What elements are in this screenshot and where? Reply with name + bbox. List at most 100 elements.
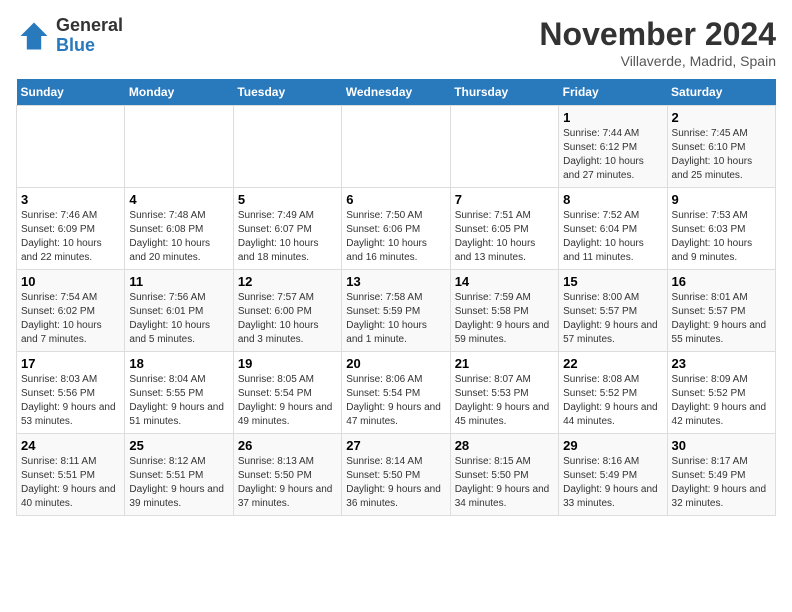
weekday-header: Friday: [559, 79, 667, 106]
day-info: Sunrise: 7:52 AM Sunset: 6:04 PM Dayligh…: [563, 209, 662, 265]
day-number: 18: [129, 356, 228, 371]
day-info: Sunrise: 8:01 AM Sunset: 5:57 PM Dayligh…: [672, 291, 771, 347]
calendar-cell: 12Sunrise: 7:57 AM Sunset: 6:00 PM Dayli…: [233, 270, 341, 352]
day-info: Sunrise: 7:54 AM Sunset: 6:02 PM Dayligh…: [21, 291, 120, 347]
day-info: Sunrise: 8:12 AM Sunset: 5:51 PM Dayligh…: [129, 455, 228, 511]
day-info: Sunrise: 7:53 AM Sunset: 6:03 PM Dayligh…: [672, 209, 771, 265]
calendar-cell: 14 Sunrise: 7:59 AM Sunset: 5:58 PM Dayli…: [450, 270, 558, 352]
day-info: Sunrise: 7:59 AM Sunset: 5:58 PM Dayligh…: [455, 291, 554, 347]
day-info: Sunrise: 8:07 AM Sunset: 5:53 PM Dayligh…: [455, 373, 554, 429]
logo: General Blue: [16, 16, 123, 56]
day-number: 16: [672, 274, 771, 289]
calendar-cell: 28 Sunrise: 8:15 AM Sunset: 5:50 PM Dayli…: [450, 434, 558, 516]
calendar-cell: 21 Sunrise: 8:07 AM Sunset: 5:53 PM Dayli…: [450, 352, 558, 434]
day-number: 28: [455, 438, 554, 453]
day-info: Sunrise: 8:04 AM Sunset: 5:55 PM Dayligh…: [129, 373, 228, 429]
calendar-cell: 7 Sunrise: 7:51 AM Sunset: 6:05 PM Daylig…: [450, 188, 558, 270]
day-info: Sunrise: 7:56 AM Sunset: 6:01 PM Dayligh…: [129, 291, 228, 347]
calendar-week-row: 3Sunrise: 7:46 AM Sunset: 6:09 PM Daylig…: [17, 188, 776, 270]
day-number: 17: [21, 356, 120, 371]
weekday-row: SundayMondayTuesdayWednesdayThursdayFrid…: [17, 79, 776, 106]
weekday-header: Thursday: [450, 79, 558, 106]
day-info: Sunrise: 8:05 AM Sunset: 5:54 PM Dayligh…: [238, 373, 337, 429]
day-number: 1: [563, 110, 662, 125]
calendar-cell: 27 Sunrise: 8:14 AM Sunset: 5:50 PM Dayli…: [342, 434, 450, 516]
calendar-week-row: 17 Sunrise: 8:03 AM Sunset: 5:56 PM Dayli…: [17, 352, 776, 434]
calendar-cell: 3Sunrise: 7:46 AM Sunset: 6:09 PM Daylig…: [17, 188, 125, 270]
day-number: 15: [563, 274, 662, 289]
calendar-cell: 9 Sunrise: 7:53 AM Sunset: 6:03 PM Daylig…: [667, 188, 775, 270]
day-number: 14: [455, 274, 554, 289]
calendar-cell: 15 Sunrise: 8:00 AM Sunset: 5:57 PM Dayli…: [559, 270, 667, 352]
day-number: 6: [346, 192, 445, 207]
day-number: 11: [129, 274, 228, 289]
day-number: 20: [346, 356, 445, 371]
day-info: Sunrise: 8:16 AM Sunset: 5:49 PM Dayligh…: [563, 455, 662, 511]
day-info: Sunrise: 8:13 AM Sunset: 5:50 PM Dayligh…: [238, 455, 337, 511]
header: General Blue November 2024 Villaverde, M…: [16, 16, 776, 69]
calendar-cell: 4 Sunrise: 7:48 AM Sunset: 6:08 PM Daylig…: [125, 188, 233, 270]
day-number: 13: [346, 274, 445, 289]
day-number: 2: [672, 110, 771, 125]
calendar-cell: 26Sunrise: 8:13 AM Sunset: 5:50 PM Dayli…: [233, 434, 341, 516]
calendar-cell: [17, 106, 125, 188]
calendar-cell: 22Sunrise: 8:08 AM Sunset: 5:52 PM Dayli…: [559, 352, 667, 434]
day-number: 22: [563, 356, 662, 371]
day-info: Sunrise: 7:49 AM Sunset: 6:07 PM Dayligh…: [238, 209, 337, 265]
calendar-week-row: 1Sunrise: 7:44 AM Sunset: 6:12 PM Daylig…: [17, 106, 776, 188]
calendar-cell: [125, 106, 233, 188]
weekday-header: Tuesday: [233, 79, 341, 106]
weekday-header: Saturday: [667, 79, 775, 106]
day-number: 9: [672, 192, 771, 207]
calendar-cell: 16 Sunrise: 8:01 AM Sunset: 5:57 PM Dayli…: [667, 270, 775, 352]
logo-icon: [16, 18, 52, 54]
day-number: 24: [21, 438, 120, 453]
day-number: 19: [238, 356, 337, 371]
calendar-cell: 18 Sunrise: 8:04 AM Sunset: 5:55 PM Dayli…: [125, 352, 233, 434]
weekday-header: Sunday: [17, 79, 125, 106]
calendar-cell: 29 Sunrise: 8:16 AM Sunset: 5:49 PM Dayli…: [559, 434, 667, 516]
calendar-cell: 20Sunrise: 8:06 AM Sunset: 5:54 PM Dayli…: [342, 352, 450, 434]
calendar-week-row: 10Sunrise: 7:54 AM Sunset: 6:02 PM Dayli…: [17, 270, 776, 352]
day-info: Sunrise: 8:03 AM Sunset: 5:56 PM Dayligh…: [21, 373, 120, 429]
calendar-body: 1Sunrise: 7:44 AM Sunset: 6:12 PM Daylig…: [17, 106, 776, 516]
day-number: 30: [672, 438, 771, 453]
calendar-cell: 24Sunrise: 8:11 AM Sunset: 5:51 PM Dayli…: [17, 434, 125, 516]
day-number: 7: [455, 192, 554, 207]
day-info: Sunrise: 8:14 AM Sunset: 5:50 PM Dayligh…: [346, 455, 445, 511]
weekday-header: Wednesday: [342, 79, 450, 106]
day-info: Sunrise: 8:17 AM Sunset: 5:49 PM Dayligh…: [672, 455, 771, 511]
day-number: 4: [129, 192, 228, 207]
calendar-cell: 10Sunrise: 7:54 AM Sunset: 6:02 PM Dayli…: [17, 270, 125, 352]
calendar-cell: 6 Sunrise: 7:50 AM Sunset: 6:06 PM Daylig…: [342, 188, 450, 270]
day-info: Sunrise: 8:15 AM Sunset: 5:50 PM Dayligh…: [455, 455, 554, 511]
logo-text: General Blue: [56, 16, 123, 56]
month-title: November 2024: [539, 16, 776, 53]
day-info: Sunrise: 7:48 AM Sunset: 6:08 PM Dayligh…: [129, 209, 228, 265]
calendar-header: SundayMondayTuesdayWednesdayThursdayFrid…: [17, 79, 776, 106]
calendar-cell: 13Sunrise: 7:58 AM Sunset: 5:59 PM Dayli…: [342, 270, 450, 352]
title-section: November 2024 Villaverde, Madrid, Spain: [539, 16, 776, 69]
day-number: 8: [563, 192, 662, 207]
day-number: 21: [455, 356, 554, 371]
calendar-cell: 11 Sunrise: 7:56 AM Sunset: 6:01 PM Dayli…: [125, 270, 233, 352]
location: Villaverde, Madrid, Spain: [539, 53, 776, 69]
day-number: 27: [346, 438, 445, 453]
day-number: 5: [238, 192, 337, 207]
day-info: Sunrise: 7:51 AM Sunset: 6:05 PM Dayligh…: [455, 209, 554, 265]
calendar-cell: 17 Sunrise: 8:03 AM Sunset: 5:56 PM Dayli…: [17, 352, 125, 434]
calendar-cell: 1Sunrise: 7:44 AM Sunset: 6:12 PM Daylig…: [559, 106, 667, 188]
calendar-week-row: 24Sunrise: 8:11 AM Sunset: 5:51 PM Dayli…: [17, 434, 776, 516]
day-number: 29: [563, 438, 662, 453]
day-info: Sunrise: 7:50 AM Sunset: 6:06 PM Dayligh…: [346, 209, 445, 265]
day-number: 23: [672, 356, 771, 371]
day-info: Sunrise: 8:00 AM Sunset: 5:57 PM Dayligh…: [563, 291, 662, 347]
day-number: 12: [238, 274, 337, 289]
calendar-table: SundayMondayTuesdayWednesdayThursdayFrid…: [16, 79, 776, 516]
day-info: Sunrise: 8:09 AM Sunset: 5:52 PM Dayligh…: [672, 373, 771, 429]
calendar-cell: 5 Sunrise: 7:49 AM Sunset: 6:07 PM Daylig…: [233, 188, 341, 270]
weekday-header: Monday: [125, 79, 233, 106]
day-number: 3: [21, 192, 120, 207]
calendar-cell: 2Sunrise: 7:45 AM Sunset: 6:10 PM Daylig…: [667, 106, 775, 188]
calendar-cell: [450, 106, 558, 188]
